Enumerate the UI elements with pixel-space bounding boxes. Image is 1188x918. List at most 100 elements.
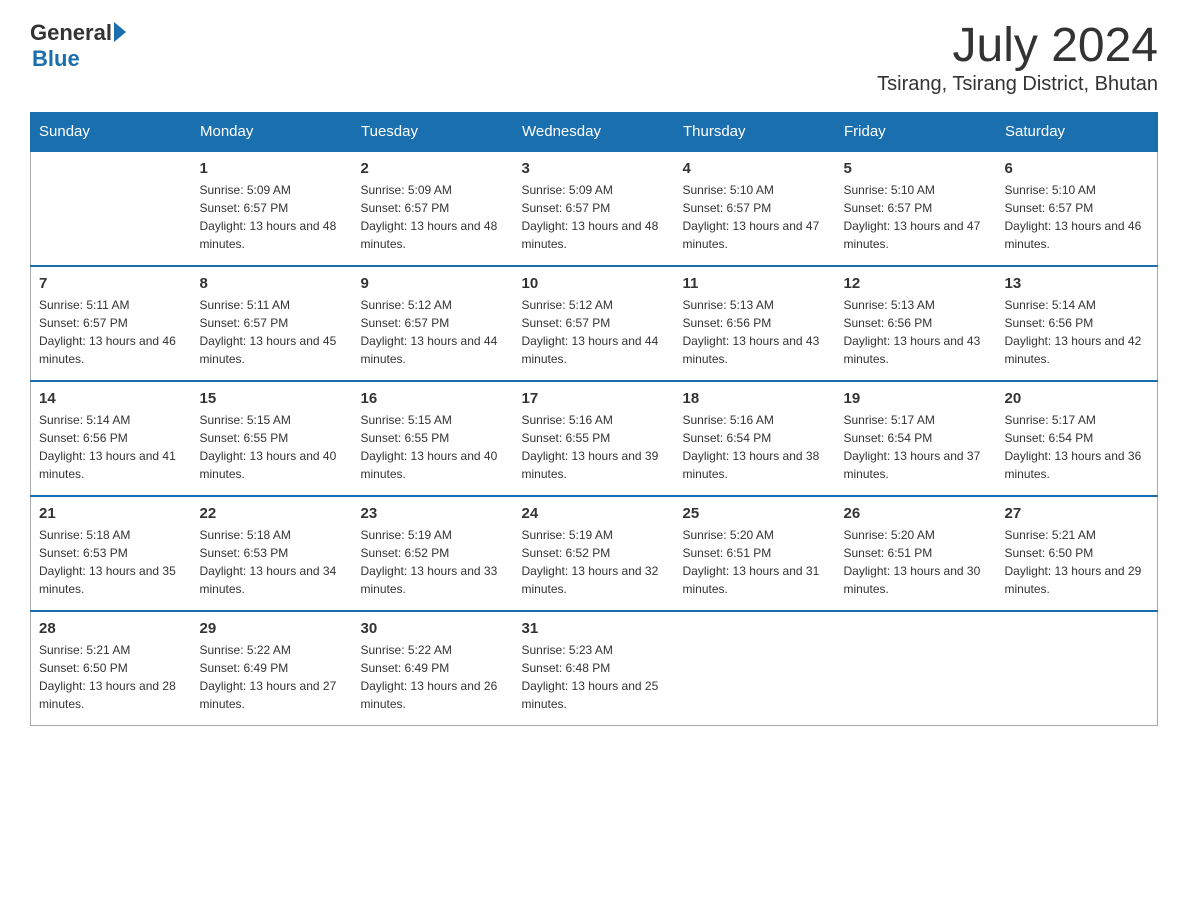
day-number: 6 bbox=[1005, 160, 1150, 177]
week-row-4: 21 Sunrise: 5:18 AMSunset: 6:53 PMDaylig… bbox=[31, 496, 1158, 611]
calendar-cell: 27 Sunrise: 5:21 AMSunset: 6:50 PMDaylig… bbox=[997, 496, 1158, 611]
day-number: 20 bbox=[1005, 390, 1150, 407]
day-info: Sunrise: 5:13 AMSunset: 6:56 PMDaylight:… bbox=[844, 296, 989, 368]
calendar-cell: 30 Sunrise: 5:22 AMSunset: 6:49 PMDaylig… bbox=[353, 611, 514, 726]
calendar-cell: 1 Sunrise: 5:09 AMSunset: 6:57 PMDayligh… bbox=[192, 151, 353, 266]
header-tuesday: Tuesday bbox=[353, 112, 514, 151]
calendar-cell: 16 Sunrise: 5:15 AMSunset: 6:55 PMDaylig… bbox=[353, 381, 514, 496]
day-info: Sunrise: 5:11 AMSunset: 6:57 PMDaylight:… bbox=[39, 296, 184, 368]
day-number: 19 bbox=[844, 390, 989, 407]
calendar-cell: 26 Sunrise: 5:20 AMSunset: 6:51 PMDaylig… bbox=[836, 496, 997, 611]
day-info: Sunrise: 5:09 AMSunset: 6:57 PMDaylight:… bbox=[200, 181, 345, 253]
calendar-cell: 2 Sunrise: 5:09 AMSunset: 6:57 PMDayligh… bbox=[353, 151, 514, 266]
header-thursday: Thursday bbox=[675, 112, 836, 151]
calendar-cell: 25 Sunrise: 5:20 AMSunset: 6:51 PMDaylig… bbox=[675, 496, 836, 611]
calendar-cell: 20 Sunrise: 5:17 AMSunset: 6:54 PMDaylig… bbox=[997, 381, 1158, 496]
week-row-3: 14 Sunrise: 5:14 AMSunset: 6:56 PMDaylig… bbox=[31, 381, 1158, 496]
day-number: 24 bbox=[522, 505, 667, 522]
calendar-cell: 12 Sunrise: 5:13 AMSunset: 6:56 PMDaylig… bbox=[836, 266, 997, 381]
calendar-cell: 10 Sunrise: 5:12 AMSunset: 6:57 PMDaylig… bbox=[514, 266, 675, 381]
logo: General Blue bbox=[30, 20, 126, 72]
day-info: Sunrise: 5:10 AMSunset: 6:57 PMDaylight:… bbox=[844, 181, 989, 253]
month-year-title: July 2024 bbox=[877, 20, 1158, 73]
calendar-cell: 9 Sunrise: 5:12 AMSunset: 6:57 PMDayligh… bbox=[353, 266, 514, 381]
week-row-2: 7 Sunrise: 5:11 AMSunset: 6:57 PMDayligh… bbox=[31, 266, 1158, 381]
day-info: Sunrise: 5:21 AMSunset: 6:50 PMDaylight:… bbox=[39, 641, 184, 713]
header-wednesday: Wednesday bbox=[514, 112, 675, 151]
day-info: Sunrise: 5:23 AMSunset: 6:48 PMDaylight:… bbox=[522, 641, 667, 713]
calendar-cell: 6 Sunrise: 5:10 AMSunset: 6:57 PMDayligh… bbox=[997, 151, 1158, 266]
logo-blue-text: Blue bbox=[30, 46, 126, 72]
day-info: Sunrise: 5:09 AMSunset: 6:57 PMDaylight:… bbox=[522, 181, 667, 253]
page-header: General Blue July 2024 Tsirang, Tsirang … bbox=[30, 20, 1158, 96]
day-number: 26 bbox=[844, 505, 989, 522]
calendar-cell: 7 Sunrise: 5:11 AMSunset: 6:57 PMDayligh… bbox=[31, 266, 192, 381]
day-number: 17 bbox=[522, 390, 667, 407]
header-sunday: Sunday bbox=[31, 112, 192, 151]
calendar-cell: 24 Sunrise: 5:19 AMSunset: 6:52 PMDaylig… bbox=[514, 496, 675, 611]
day-number: 3 bbox=[522, 160, 667, 177]
day-number: 5 bbox=[844, 160, 989, 177]
calendar-cell: 14 Sunrise: 5:14 AMSunset: 6:56 PMDaylig… bbox=[31, 381, 192, 496]
calendar-cell: 17 Sunrise: 5:16 AMSunset: 6:55 PMDaylig… bbox=[514, 381, 675, 496]
calendar-header-row: Sunday Monday Tuesday Wednesday Thursday… bbox=[31, 112, 1158, 151]
calendar-cell: 31 Sunrise: 5:23 AMSunset: 6:48 PMDaylig… bbox=[514, 611, 675, 726]
day-number: 23 bbox=[361, 505, 506, 522]
day-number: 11 bbox=[683, 275, 828, 292]
day-info: Sunrise: 5:09 AMSunset: 6:57 PMDaylight:… bbox=[361, 181, 506, 253]
day-number: 10 bbox=[522, 275, 667, 292]
day-info: Sunrise: 5:20 AMSunset: 6:51 PMDaylight:… bbox=[844, 526, 989, 598]
day-info: Sunrise: 5:20 AMSunset: 6:51 PMDaylight:… bbox=[683, 526, 828, 598]
day-number: 4 bbox=[683, 160, 828, 177]
header-monday: Monday bbox=[192, 112, 353, 151]
calendar-cell: 21 Sunrise: 5:18 AMSunset: 6:53 PMDaylig… bbox=[31, 496, 192, 611]
day-info: Sunrise: 5:15 AMSunset: 6:55 PMDaylight:… bbox=[200, 411, 345, 483]
day-info: Sunrise: 5:10 AMSunset: 6:57 PMDaylight:… bbox=[683, 181, 828, 253]
calendar-cell: 19 Sunrise: 5:17 AMSunset: 6:54 PMDaylig… bbox=[836, 381, 997, 496]
day-number: 27 bbox=[1005, 505, 1150, 522]
day-number: 18 bbox=[683, 390, 828, 407]
title-section: July 2024 Tsirang, Tsirang District, Bhu… bbox=[877, 20, 1158, 96]
calendar-cell: 29 Sunrise: 5:22 AMSunset: 6:49 PMDaylig… bbox=[192, 611, 353, 726]
day-info: Sunrise: 5:16 AMSunset: 6:55 PMDaylight:… bbox=[522, 411, 667, 483]
day-info: Sunrise: 5:12 AMSunset: 6:57 PMDaylight:… bbox=[361, 296, 506, 368]
calendar-cell: 5 Sunrise: 5:10 AMSunset: 6:57 PMDayligh… bbox=[836, 151, 997, 266]
day-info: Sunrise: 5:22 AMSunset: 6:49 PMDaylight:… bbox=[200, 641, 345, 713]
day-info: Sunrise: 5:22 AMSunset: 6:49 PMDaylight:… bbox=[361, 641, 506, 713]
day-info: Sunrise: 5:18 AMSunset: 6:53 PMDaylight:… bbox=[200, 526, 345, 598]
day-info: Sunrise: 5:13 AMSunset: 6:56 PMDaylight:… bbox=[683, 296, 828, 368]
calendar-cell bbox=[836, 611, 997, 726]
calendar-table: Sunday Monday Tuesday Wednesday Thursday… bbox=[30, 112, 1158, 726]
header-friday: Friday bbox=[836, 112, 997, 151]
day-info: Sunrise: 5:17 AMSunset: 6:54 PMDaylight:… bbox=[844, 411, 989, 483]
calendar-cell: 15 Sunrise: 5:15 AMSunset: 6:55 PMDaylig… bbox=[192, 381, 353, 496]
calendar-cell: 11 Sunrise: 5:13 AMSunset: 6:56 PMDaylig… bbox=[675, 266, 836, 381]
day-info: Sunrise: 5:14 AMSunset: 6:56 PMDaylight:… bbox=[39, 411, 184, 483]
logo-general-text: General bbox=[30, 20, 112, 46]
week-row-5: 28 Sunrise: 5:21 AMSunset: 6:50 PMDaylig… bbox=[31, 611, 1158, 726]
day-info: Sunrise: 5:16 AMSunset: 6:54 PMDaylight:… bbox=[683, 411, 828, 483]
day-number: 13 bbox=[1005, 275, 1150, 292]
week-row-1: 1 Sunrise: 5:09 AMSunset: 6:57 PMDayligh… bbox=[31, 151, 1158, 266]
day-number: 21 bbox=[39, 505, 184, 522]
day-number: 25 bbox=[683, 505, 828, 522]
day-info: Sunrise: 5:18 AMSunset: 6:53 PMDaylight:… bbox=[39, 526, 184, 598]
day-number: 22 bbox=[200, 505, 345, 522]
calendar-cell: 4 Sunrise: 5:10 AMSunset: 6:57 PMDayligh… bbox=[675, 151, 836, 266]
day-number: 30 bbox=[361, 620, 506, 637]
calendar-cell bbox=[997, 611, 1158, 726]
header-saturday: Saturday bbox=[997, 112, 1158, 151]
day-number: 31 bbox=[522, 620, 667, 637]
day-info: Sunrise: 5:15 AMSunset: 6:55 PMDaylight:… bbox=[361, 411, 506, 483]
calendar-cell: 8 Sunrise: 5:11 AMSunset: 6:57 PMDayligh… bbox=[192, 266, 353, 381]
day-info: Sunrise: 5:19 AMSunset: 6:52 PMDaylight:… bbox=[522, 526, 667, 598]
day-number: 1 bbox=[200, 160, 345, 177]
calendar-cell: 18 Sunrise: 5:16 AMSunset: 6:54 PMDaylig… bbox=[675, 381, 836, 496]
day-info: Sunrise: 5:11 AMSunset: 6:57 PMDaylight:… bbox=[200, 296, 345, 368]
day-number: 28 bbox=[39, 620, 184, 637]
day-number: 12 bbox=[844, 275, 989, 292]
day-info: Sunrise: 5:17 AMSunset: 6:54 PMDaylight:… bbox=[1005, 411, 1150, 483]
calendar-cell: 13 Sunrise: 5:14 AMSunset: 6:56 PMDaylig… bbox=[997, 266, 1158, 381]
day-number: 16 bbox=[361, 390, 506, 407]
day-info: Sunrise: 5:21 AMSunset: 6:50 PMDaylight:… bbox=[1005, 526, 1150, 598]
